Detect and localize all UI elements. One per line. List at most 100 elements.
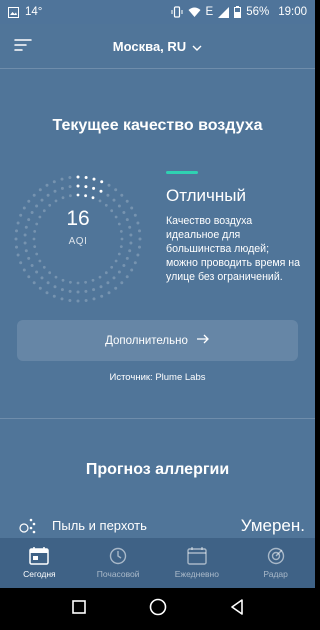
aqi-ring-dot (125, 275, 129, 279)
aqi-ring-dot (136, 221, 140, 225)
aqi-ring-dot (54, 275, 58, 279)
aqi-ring-dot (106, 193, 110, 197)
aqi-ring-dot (128, 249, 132, 253)
status-accent-line (166, 171, 198, 174)
aqi-ring-dot (42, 265, 46, 269)
aqi-ring-dot (23, 241, 27, 245)
aqi-ring-dot (35, 252, 39, 256)
aqi-ring-dot (114, 286, 118, 290)
app-content: Москва, RU Текущее качество воздуха 16 A… (0, 24, 315, 538)
aqi-ring-dot (38, 188, 42, 192)
aqi-ring-dot (48, 271, 52, 275)
aqi-ring-dot (52, 180, 56, 184)
clock-text: 19:00 (278, 6, 307, 18)
aqi-ring-dot (60, 186, 64, 190)
aqi-ring-dot (138, 229, 141, 233)
home-button[interactable] (149, 598, 167, 621)
aqi-ring-dot (30, 264, 34, 267)
arrow-right-icon (196, 334, 210, 347)
aqi-ring-dot (35, 270, 39, 274)
tab-daily-label: Ежедневно (174, 569, 219, 579)
aqi-ring-dot (60, 288, 64, 292)
aqi-ring-dot (45, 183, 49, 187)
aqi-ring-dot-active (76, 193, 80, 197)
tab-today[interactable]: Сегодня (0, 538, 79, 588)
aqi-ring-dot (138, 237, 142, 241)
aqi-ring-dot-active (92, 177, 96, 181)
aqi-ring-dot (125, 218, 129, 222)
data-source: Источник: Plume Labs (109, 372, 206, 383)
calendar-icon (187, 547, 207, 565)
air-quality-title: Текущее качество воздуха (52, 117, 263, 134)
tab-radar-label: Радар (263, 569, 288, 579)
calendar-today-icon (29, 547, 50, 565)
aqi-ring-dot (119, 230, 123, 233)
tab-daily[interactable]: Ежедневно (158, 538, 237, 588)
aqi-ring-dot (38, 286, 42, 290)
aqi-ring-dot (122, 211, 126, 214)
aqi-ring-dot (33, 245, 37, 248)
aqi-ring-dot (68, 176, 72, 179)
city-selector[interactable]: Москва, RU (113, 39, 202, 54)
aqi-ring-dot (53, 285, 57, 289)
more-details-label: Дополнительно (105, 334, 188, 347)
battery-icon (234, 6, 242, 18)
aqi-ring-dot-active (76, 175, 80, 179)
aqi-ring-dot (76, 281, 80, 285)
aqi-ring-dot (138, 245, 141, 249)
aqi-ring-dot (114, 188, 118, 192)
section-divider (0, 418, 315, 419)
allergy-level: Умерен. (240, 516, 305, 535)
aqi-ring-dot-active (84, 185, 88, 189)
allergy-name: Пыль и перхоть (52, 518, 147, 533)
aqi-ring-dot (33, 230, 37, 233)
aqi-ring-dot (92, 297, 96, 301)
aqi-ring-dot (16, 221, 20, 225)
image-notification-icon (8, 6, 19, 18)
aqi-ring-dot (46, 193, 50, 197)
allergy-row[interactable]: Пыль и перхоть Умерен. (0, 516, 315, 538)
aqi-ring-dot-active (84, 194, 87, 198)
tab-radar[interactable]: Радар (236, 538, 315, 588)
aqi-ring-dot (129, 233, 133, 237)
aqi-ring-dot (30, 211, 34, 214)
aqi-ring-dot (32, 237, 36, 241)
air-quality-status: Отличный (166, 186, 247, 205)
aqi-ring-dot-active (99, 189, 103, 193)
aqi-ring-dot (27, 218, 31, 222)
aqi-ring-dot (24, 225, 28, 229)
back-button[interactable] (230, 598, 244, 620)
aqi-ring-dot-active (76, 184, 80, 188)
recent-apps-button[interactable] (71, 599, 86, 619)
bottom-nav: Сегодня Почасовой Ежедневно Радар (0, 538, 315, 588)
tab-hourly-label: Почасовой (96, 569, 140, 579)
aqi-ring-dot (76, 290, 80, 294)
clock-icon (109, 547, 127, 565)
aqi-value: 16 (66, 207, 90, 230)
header-divider (0, 68, 315, 69)
more-details-button[interactable]: Дополнительно (17, 320, 298, 361)
aqi-ring-dot (99, 285, 103, 289)
aqi-ring-dot (133, 213, 137, 217)
aqi-ring-dot (68, 185, 72, 189)
aqi-ring-dot (19, 261, 23, 265)
aqi-ring-dot (52, 294, 56, 298)
aqi-ring-dot (92, 288, 96, 292)
aqi-ring-dot (23, 233, 27, 237)
menu-icon[interactable] (14, 38, 34, 54)
aqi-ring-dot (32, 193, 36, 197)
aqi-ring-dot (68, 289, 72, 293)
aqi-ring-dot (61, 196, 65, 200)
aqi-ring-dot-active (91, 196, 95, 200)
aqi-ring-dot (38, 259, 42, 263)
aqi-ring-dot (45, 291, 49, 295)
aqi-ring-dot (130, 206, 134, 210)
radar-icon (267, 547, 285, 565)
aqi-ring-dot (60, 177, 64, 181)
aqi-ring-dot (112, 198, 116, 202)
aqi-ring-dot (117, 204, 121, 208)
aqi-ring-dot (15, 229, 18, 233)
tab-hourly[interactable]: Почасовой (79, 538, 158, 588)
aqi-ring-dot (32, 281, 36, 285)
aqi-ring-dot (117, 222, 121, 226)
